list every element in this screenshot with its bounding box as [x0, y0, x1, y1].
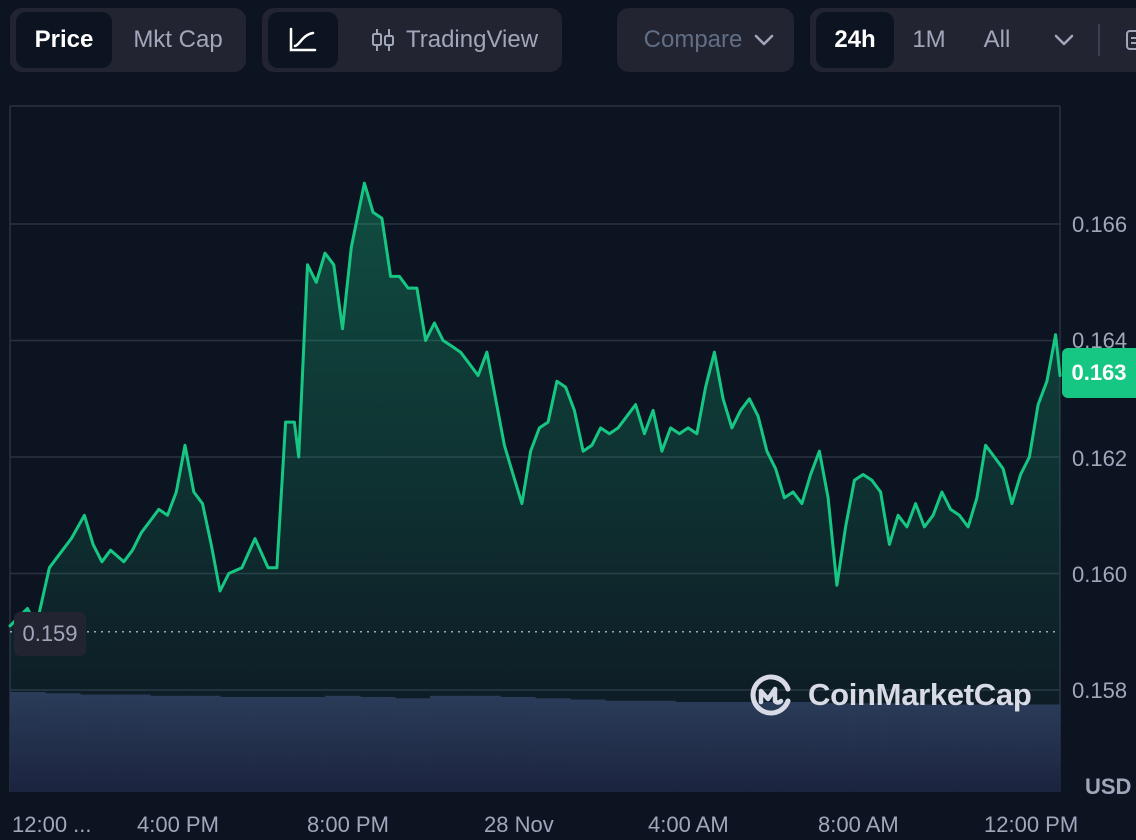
y-tick-label: 0.158	[1072, 678, 1128, 703]
metric-toggle: Price Mkt Cap	[10, 8, 246, 72]
chart-type-toggle: TradingView	[262, 8, 562, 72]
time-range-toggle: 24h 1M All	[810, 8, 1136, 72]
more-ranges-button[interactable]	[1038, 12, 1090, 68]
x-tick-label: 8:00 PM	[307, 812, 389, 837]
watermark-text: CoinMarketCap	[808, 677, 1032, 712]
chart-canvas[interactable]	[0, 80, 1136, 840]
price-chart[interactable]: 0.166 0.164 0.162 0.160 0.158 0.163 0.15…	[0, 80, 1136, 840]
currency-unit: USD	[1085, 774, 1132, 799]
tab-market-cap[interactable]: Mkt Cap	[116, 12, 240, 68]
x-tick-label: 28 Nov	[484, 812, 554, 837]
menu-icon	[1126, 30, 1136, 50]
compare-dropdown[interactable]: Compare	[617, 8, 794, 72]
y-tick-label: 0.160	[1072, 562, 1128, 587]
line-chart-button[interactable]	[268, 12, 338, 68]
y-tick-label: 0.166	[1072, 212, 1128, 237]
range-24h[interactable]: 24h	[816, 12, 894, 68]
line-chart-icon	[289, 27, 317, 52]
x-tick-label: 12:00 PM	[984, 812, 1079, 837]
current-price-badge: 0.163	[1062, 348, 1136, 398]
x-tick-label: 4:00 AM	[648, 812, 729, 837]
coinmarketcap-watermark: CoinMarketCap	[748, 670, 1032, 720]
coinmarketcap-logo-icon	[750, 674, 791, 716]
chevron-down-icon	[1054, 34, 1074, 46]
tradingview-label: TradingView	[405, 26, 539, 53]
open-price-badge: 0.159	[14, 612, 86, 656]
range-1m[interactable]: 1M	[900, 12, 958, 68]
toolbar-divider	[1098, 24, 1100, 56]
tab-price[interactable]: Price	[16, 12, 112, 68]
chart-toolbar: Price Mkt Cap TradingView Compare 24h 1M…	[0, 0, 1136, 80]
chevron-down-icon	[755, 34, 774, 46]
x-tick-label: 4:00 PM	[137, 812, 219, 837]
y-tick-label: 0.162	[1072, 446, 1128, 471]
x-tick-label: 12:00 ...	[12, 812, 92, 837]
range-all[interactable]: All	[966, 12, 1028, 68]
tradingview-button[interactable]: TradingView	[356, 12, 552, 68]
settings-button[interactable]	[1116, 12, 1136, 68]
compare-button[interactable]: Compare	[629, 12, 789, 68]
x-tick-label: 8:00 AM	[818, 812, 899, 837]
compare-label: Compare	[643, 26, 743, 53]
candlestick-icon	[371, 29, 394, 51]
